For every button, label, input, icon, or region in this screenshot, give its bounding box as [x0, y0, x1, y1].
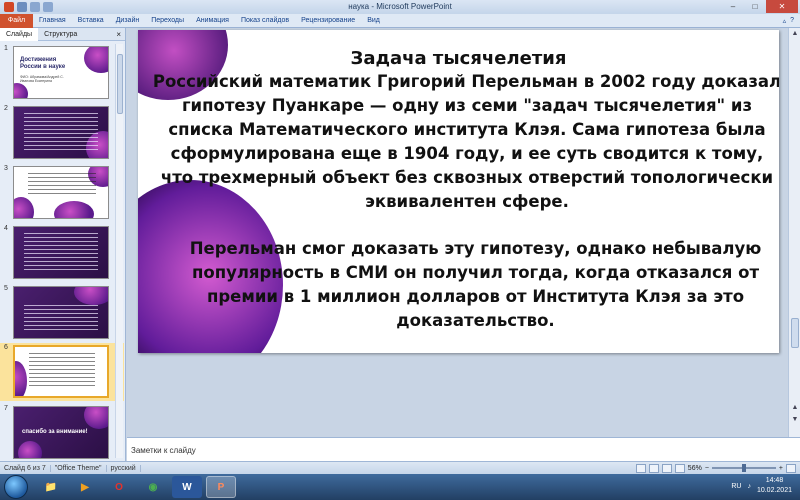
- slides-panel: Слайды Структура × 1 Достижения России в…: [0, 27, 126, 461]
- tab-animation[interactable]: Анимация: [190, 17, 235, 24]
- thumbnail-number: 1: [4, 45, 8, 52]
- fit-to-window-button[interactable]: [786, 463, 796, 473]
- thumbnail-number: 4: [4, 225, 8, 232]
- zoom-out-button[interactable]: −: [705, 465, 709, 472]
- slide-canvas[interactable]: Задача тысячелетия Российский математик …: [138, 30, 779, 353]
- thumbnail-title: Достижения России в науке: [20, 57, 66, 70]
- tab-outline[interactable]: Структура: [38, 31, 83, 38]
- slideshow-view-button[interactable]: [674, 463, 685, 473]
- prev-slide-icon[interactable]: ▲: [790, 404, 800, 414]
- slide-thumbnail-selected[interactable]: [13, 345, 109, 398]
- thumbnail-number: 2: [4, 105, 8, 112]
- thumbnail-number: 7: [4, 405, 8, 412]
- keyboard-language[interactable]: RU: [731, 483, 741, 490]
- notes-pane[interactable]: Заметки к слайду: [127, 437, 800, 461]
- window-controls: – □ ✕: [722, 0, 798, 13]
- ribbon-collapse-icon[interactable]: ▵: [783, 17, 787, 25]
- start-button[interactable]: [4, 475, 28, 499]
- slide-thumbnail[interactable]: [13, 166, 109, 219]
- next-slide-icon[interactable]: ▼: [790, 416, 800, 426]
- slide-body-paragraph[interactable]: Российский математик Григорий Перельман …: [152, 70, 779, 214]
- thumbnail-number: 5: [4, 285, 8, 292]
- zoom-level[interactable]: 56%: [688, 465, 702, 472]
- thumbnail-number: 3: [4, 165, 8, 172]
- tab-view[interactable]: Вид: [361, 17, 386, 24]
- slide-thumbnail-row[interactable]: 5: [0, 284, 124, 340]
- slide-scrollbar[interactable]: ▲ ▲ ▼: [788, 28, 800, 437]
- tab-transitions[interactable]: Переходы: [145, 17, 190, 24]
- slide-thumbnail[interactable]: [13, 226, 109, 279]
- thumbnail-subtitle: ФИО: Абрамова/Андрей С. Иванова Екатерин…: [20, 75, 64, 83]
- panel-scrollbar[interactable]: [115, 44, 123, 458]
- powerpoint-icon[interactable]: P: [206, 476, 236, 498]
- slide-thumbnail-row-selected[interactable]: 6: [0, 343, 124, 401]
- notes-placeholder: Заметки к слайду: [131, 446, 196, 455]
- windows-taskbar: 📁 ▶ O ◉ W P RU ♪ 14:48 10.02.2021: [0, 474, 800, 500]
- tab-slideshow[interactable]: Показ слайдов: [235, 17, 295, 24]
- chrome-icon[interactable]: ◉: [138, 476, 168, 498]
- tab-design[interactable]: Дизайн: [110, 17, 146, 24]
- zoom-slider[interactable]: [711, 464, 776, 472]
- explorer-icon[interactable]: 📁: [36, 476, 66, 498]
- slide-sorter-view-button[interactable]: [648, 463, 659, 473]
- clock[interactable]: 14:48 10.02.2021: [757, 476, 792, 496]
- slide-scroll-thumb[interactable]: [791, 318, 799, 348]
- slide-thumbnail-row[interactable]: 4: [0, 224, 124, 280]
- scroll-up-icon[interactable]: ▲: [790, 30, 800, 40]
- thumbnail-text: спасибо за внимание!: [22, 429, 88, 435]
- window-title: наука - Microsoft PowerPoint: [348, 2, 452, 11]
- panel-close-icon[interactable]: ×: [116, 30, 121, 39]
- slide-thumbnail[interactable]: Достижения России в науке ФИО: Абрамова/…: [13, 46, 109, 99]
- slide-thumbnail-row[interactable]: 3: [0, 164, 124, 220]
- panel-tabs: Слайды Структура ×: [0, 27, 125, 41]
- system-tray: RU ♪ 14:48 10.02.2021: [731, 476, 792, 496]
- maximize-button[interactable]: □: [744, 0, 766, 13]
- slide-thumbnail[interactable]: [13, 106, 109, 159]
- tab-home[interactable]: Главная: [33, 17, 72, 24]
- tab-file[interactable]: Файл: [0, 13, 33, 28]
- theme-name: "Office Theme": [51, 464, 107, 472]
- normal-view-button[interactable]: [635, 463, 646, 473]
- tab-review[interactable]: Рецензирование: [295, 17, 361, 24]
- clock-time: 14:48: [765, 477, 784, 484]
- status-bar: Слайд 6 из 7 "Office Theme" русский 56% …: [0, 461, 800, 474]
- help-icon[interactable]: ?: [790, 17, 794, 25]
- slide-thumbnail-row[interactable]: 7 спасибо за внимание!: [0, 404, 124, 460]
- tab-slides[interactable]: Слайды: [0, 27, 39, 41]
- volume-icon[interactable]: ♪: [747, 483, 751, 490]
- media-player-icon[interactable]: ▶: [70, 476, 100, 498]
- slide-counter: Слайд 6 из 7: [0, 464, 51, 472]
- close-button[interactable]: ✕: [766, 0, 798, 13]
- opera-icon[interactable]: O: [104, 476, 134, 498]
- reading-view-button[interactable]: [661, 463, 672, 473]
- zoom-in-button[interactable]: +: [779, 465, 783, 472]
- slide-thumbnail[interactable]: [13, 286, 109, 339]
- word-icon[interactable]: W: [172, 476, 202, 498]
- thumbnail-number: 6: [4, 344, 8, 351]
- minimize-button[interactable]: –: [722, 0, 744, 13]
- slide-body-paragraph[interactable]: Перельман смог доказать эту гипотезу, од…: [163, 237, 779, 333]
- slide-thumbnail-row[interactable]: 2: [0, 104, 124, 160]
- tab-insert[interactable]: Вставка: [72, 17, 110, 24]
- language-indicator[interactable]: русский: [107, 464, 141, 472]
- title-bar: наука - Microsoft PowerPoint – □ ✕: [0, 0, 800, 14]
- slide-title[interactable]: Задача тысячелетия: [138, 48, 779, 69]
- clock-date: 10.02.2021: [756, 487, 792, 494]
- slide-thumbnail-row[interactable]: 1 Достижения России в науке ФИО: Абрамов…: [0, 44, 124, 100]
- slide-thumbnail[interactable]: спасибо за внимание!: [13, 406, 109, 459]
- panel-scroll-thumb[interactable]: [117, 54, 123, 114]
- ribbon-tabs: Файл Главная Вставка Дизайн Переходы Ани…: [0, 13, 800, 28]
